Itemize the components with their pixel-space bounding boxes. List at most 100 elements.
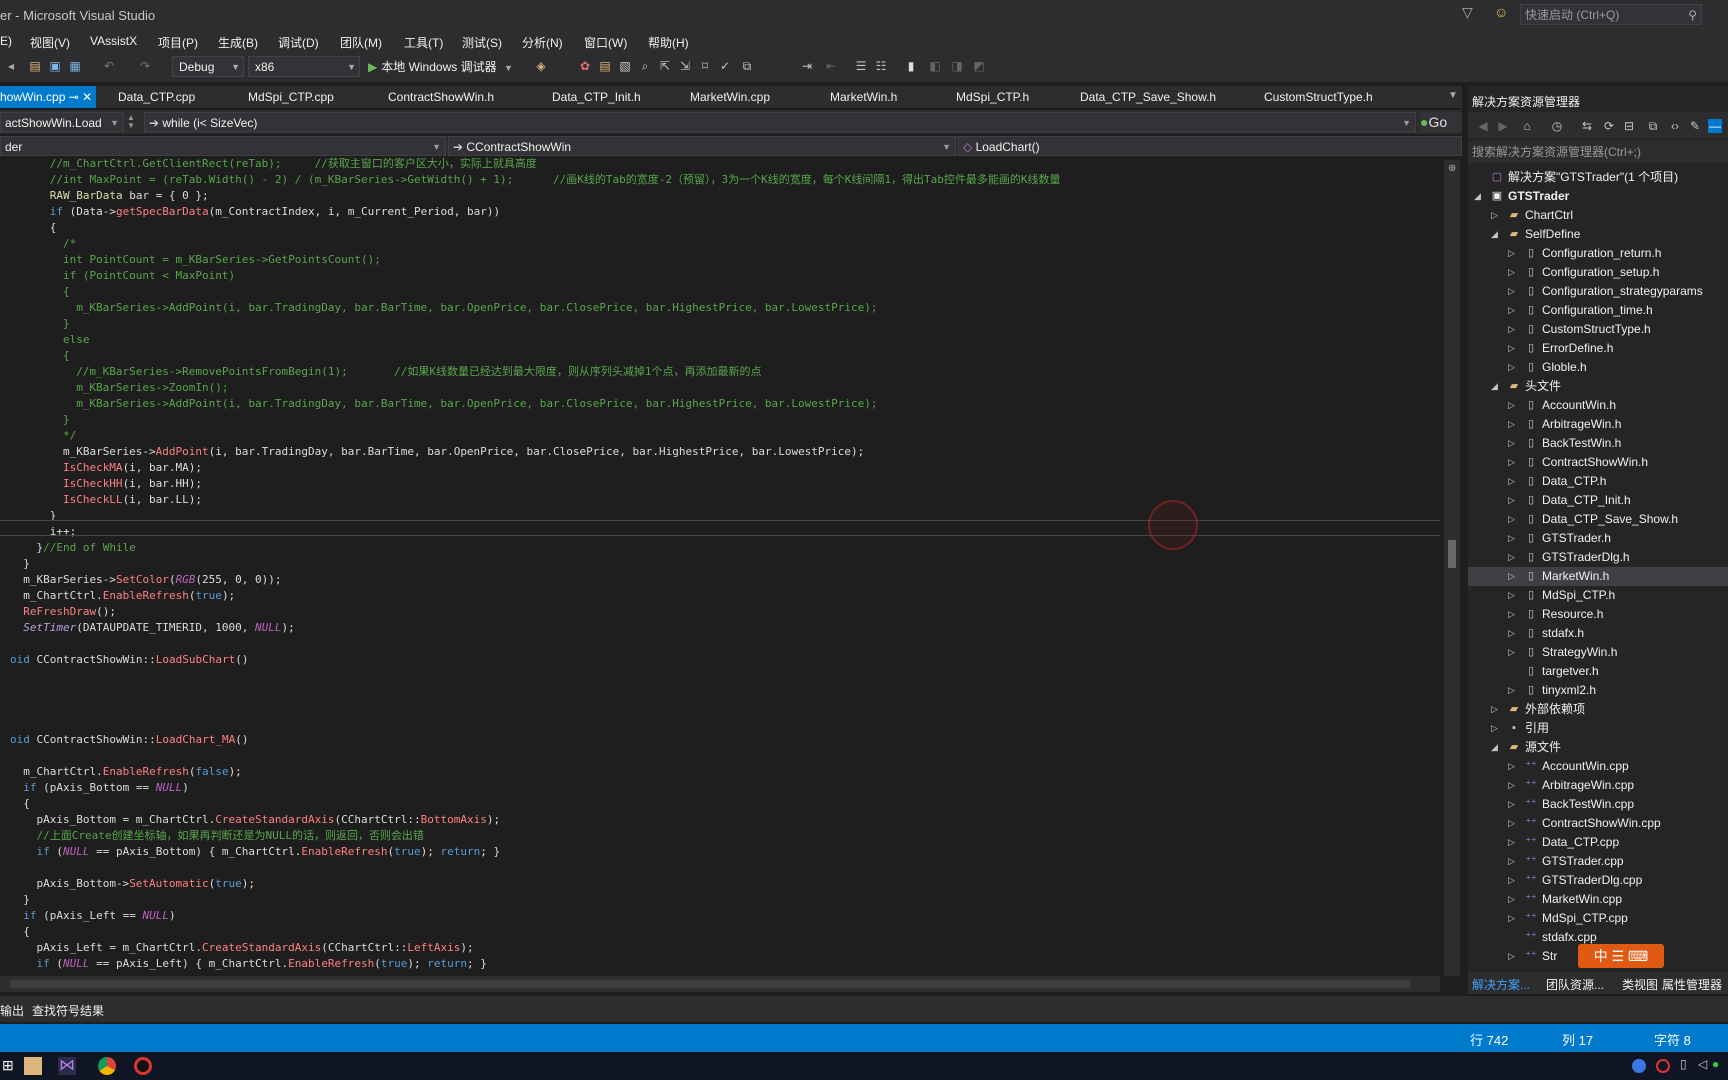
document-tab[interactable]: Data_CTP.cpp	[118, 86, 195, 108]
menu-item[interactable]: 分析(N)	[522, 34, 563, 51]
collapsed-arrow-icon[interactable]: ▷	[1508, 301, 1518, 320]
menu-item[interactable]: 团队(M)	[340, 34, 382, 51]
collapsed-arrow-icon[interactable]: ▷	[1508, 472, 1518, 491]
tree-item[interactable]: ▷ ▯ BackTestWin.h	[1508, 434, 1728, 453]
collapsed-arrow-icon[interactable]: ▷	[1508, 339, 1518, 358]
collapsed-arrow-icon[interactable]: ▷	[1508, 909, 1518, 928]
document-tab[interactable]: MdSpi_CTP.h	[956, 86, 1029, 108]
menu-item[interactable]: 窗口(W)	[584, 34, 627, 51]
outdent-icon[interactable]: ⇤	[824, 59, 838, 73]
ime-toolbar-badge[interactable]: 中 ☰ ⌨	[1578, 944, 1664, 968]
document-tab[interactable]: MarketWin.cpp	[690, 86, 770, 108]
tree-item[interactable]: ▷ ▯ stdafx.h	[1508, 624, 1728, 643]
start-icon[interactable]: ⊞	[2, 1057, 20, 1075]
menu-item[interactable]: 工具(T)	[404, 34, 443, 51]
back-icon[interactable]: ◀	[1476, 119, 1490, 133]
goto-icon[interactable]: ⇱	[658, 59, 672, 73]
collapsed-arrow-icon[interactable]: ▷	[1508, 833, 1518, 852]
tree-item[interactable]: ▯ targetver.h	[1508, 662, 1728, 681]
menu-item[interactable]: 生成(B)	[218, 34, 258, 51]
feedback-smiley-icon[interactable]: ☺	[1494, 4, 1508, 20]
code-editor[interactable]: //m_ChartCtrl.GetClientRect(reTab); //获取…	[0, 156, 1440, 976]
tray-battery-icon[interactable]: ▯	[1680, 1057, 1698, 1075]
tree-item[interactable]: ▷ ▯ Data_CTP_Init.h	[1508, 491, 1728, 510]
collapsed-arrow-icon[interactable]: ▷	[1491, 206, 1501, 225]
collapsed-arrow-icon[interactable]: ▷	[1508, 453, 1518, 472]
file-explorer-icon[interactable]	[24, 1057, 42, 1075]
spin-up-down-icon[interactable]: ▲ ▼	[127, 114, 135, 130]
browse-icon[interactable]: ◈	[534, 59, 548, 73]
menu-item[interactable]: E)	[0, 34, 12, 48]
collapsed-arrow-icon[interactable]: ▷	[1508, 814, 1518, 833]
output-tab[interactable]: 输出	[0, 1002, 24, 1019]
tree-item[interactable]: ▷ ⁺⁺ ContractShowWin.cpp	[1508, 814, 1728, 833]
collapsed-arrow-icon[interactable]: ▷	[1508, 529, 1518, 548]
document-tab[interactable]: Data_CTP_Save_Show.h	[1080, 86, 1216, 108]
collapsed-arrow-icon[interactable]: ▷	[1508, 852, 1518, 871]
method-dropdown[interactable]: actShowWin.Load ▼	[0, 112, 124, 132]
tree-item[interactable]: ◢ ▰ SelfDefine	[1491, 225, 1728, 244]
solution-platform-select[interactable]: x86 ▼	[248, 56, 360, 77]
find-in-files-icon[interactable]: ▤	[598, 59, 612, 73]
tray-wechat-icon[interactable]: ●	[1712, 1057, 1728, 1075]
document-tab[interactable]: CustomStructType.h	[1264, 86, 1373, 108]
collapsed-arrow-icon[interactable]: ▷	[1508, 244, 1518, 263]
menu-item[interactable]: 帮助(H)	[648, 34, 689, 51]
tree-item[interactable]: ▷ ▯ CustomStructType.h	[1508, 320, 1728, 339]
refactor-icon[interactable]: ⇲	[678, 59, 692, 73]
tree-item[interactable]: ▷ ⁺⁺ MdSpi_CTP.cpp	[1508, 909, 1728, 928]
tree-item[interactable]: ▷ ⁺⁺ MarketWin.cpp	[1508, 890, 1728, 909]
close-icon[interactable]: ✕	[82, 90, 92, 104]
collapsed-arrow-icon[interactable]: ▷	[1508, 320, 1518, 339]
clear-bookmarks-icon[interactable]: ◩	[972, 59, 986, 73]
output-tab[interactable]: 查找符号结果	[32, 1002, 104, 1019]
save-icon[interactable]: ▣	[48, 59, 62, 73]
tree-item[interactable]: ▷ ▯ MarketWin.h	[1468, 567, 1728, 586]
tree-item[interactable]: ◢ ▣ GTSTrader	[1474, 187, 1728, 206]
uncomment-icon[interactable]: ☷	[874, 59, 888, 73]
collapsed-arrow-icon[interactable]: ▷	[1508, 871, 1518, 890]
show-all-files-icon[interactable]: ⧉	[1646, 119, 1660, 133]
menu-item[interactable]: 测试(S)	[462, 34, 502, 51]
tree-item[interactable]: ▷ ▯ Globle.h	[1508, 358, 1728, 377]
expanded-arrow-icon[interactable]: ◢	[1491, 225, 1501, 244]
recorder-icon[interactable]	[134, 1057, 152, 1075]
tree-item[interactable]: ▷ ▪ 引用	[1491, 719, 1728, 738]
expanded-arrow-icon[interactable]: ◢	[1491, 738, 1501, 757]
tree-item[interactable]: ▷ ⁺⁺ BackTestWin.cpp	[1508, 795, 1728, 814]
document-tab[interactable]: Data_CTP_Init.h	[552, 86, 641, 108]
split-editor-icon[interactable]: ⊕	[1448, 164, 1456, 174]
document-tab[interactable]: ContractShowWin.h	[388, 86, 494, 108]
visual-studio-icon[interactable]: ⋈	[58, 1057, 76, 1075]
tree-item[interactable]: ▷ ⁺⁺ Data_CTP.cpp	[1508, 833, 1728, 852]
preview-selected-icon[interactable]: —	[1708, 119, 1722, 133]
pin-icon[interactable]: ⊸	[65, 90, 82, 104]
solution-search-input[interactable]: 搜索解决方案资源管理器(Ctrl+;)	[1468, 141, 1728, 163]
start-debugging-button[interactable]: ▶ 本地 Windows 调试器 ▼	[368, 58, 513, 75]
undo-icon[interactable]: ↶	[102, 59, 116, 73]
back-icon[interactable]: ◂	[4, 59, 18, 73]
collapsed-arrow-icon[interactable]: ▷	[1508, 491, 1518, 510]
tree-item[interactable]: ▷ ▯ Configuration_return.h	[1508, 244, 1728, 263]
project-dropdown[interactable]: der ▼	[0, 136, 446, 156]
collapsed-arrow-icon[interactable]: ▷	[1508, 263, 1518, 282]
prev-bookmark-icon[interactable]: ◧	[928, 59, 942, 73]
tree-item[interactable]: ▷ ▰ ChartCtrl	[1491, 206, 1728, 225]
references-icon[interactable]: ⧉	[740, 59, 754, 73]
collapsed-arrow-icon[interactable]: ▷	[1508, 396, 1518, 415]
tree-item[interactable]: ▷ ▯ ArbitrageWin.h	[1508, 415, 1728, 434]
menu-item[interactable]: 调试(D)	[278, 34, 319, 51]
tree-item[interactable]: ▷ ⁺⁺ AccountWin.cpp	[1508, 757, 1728, 776]
filter-icon[interactable]: ▽	[1462, 4, 1473, 21]
collapsed-arrow-icon[interactable]: ▷	[1508, 681, 1518, 700]
expanded-arrow-icon[interactable]: ◢	[1474, 187, 1484, 206]
tree-item[interactable]: ▷ ▯ ErrorDefine.h	[1508, 339, 1728, 358]
collapsed-arrow-icon[interactable]: ▷	[1508, 548, 1518, 567]
view-code-icon[interactable]: ‹›	[1668, 119, 1682, 133]
tree-item[interactable]: ▷ ▯ Configuration_setup.h	[1508, 263, 1728, 282]
tree-item[interactable]: ▷ ▯ Data_CTP_Save_Show.h	[1508, 510, 1728, 529]
menu-item[interactable]: 视图(V)	[30, 34, 70, 51]
sync-icon[interactable]: ⇆	[1580, 119, 1594, 133]
go-button[interactable]: ●Go	[1420, 112, 1462, 132]
solution-panel-tab[interactable]: 类视图	[1622, 976, 1658, 993]
